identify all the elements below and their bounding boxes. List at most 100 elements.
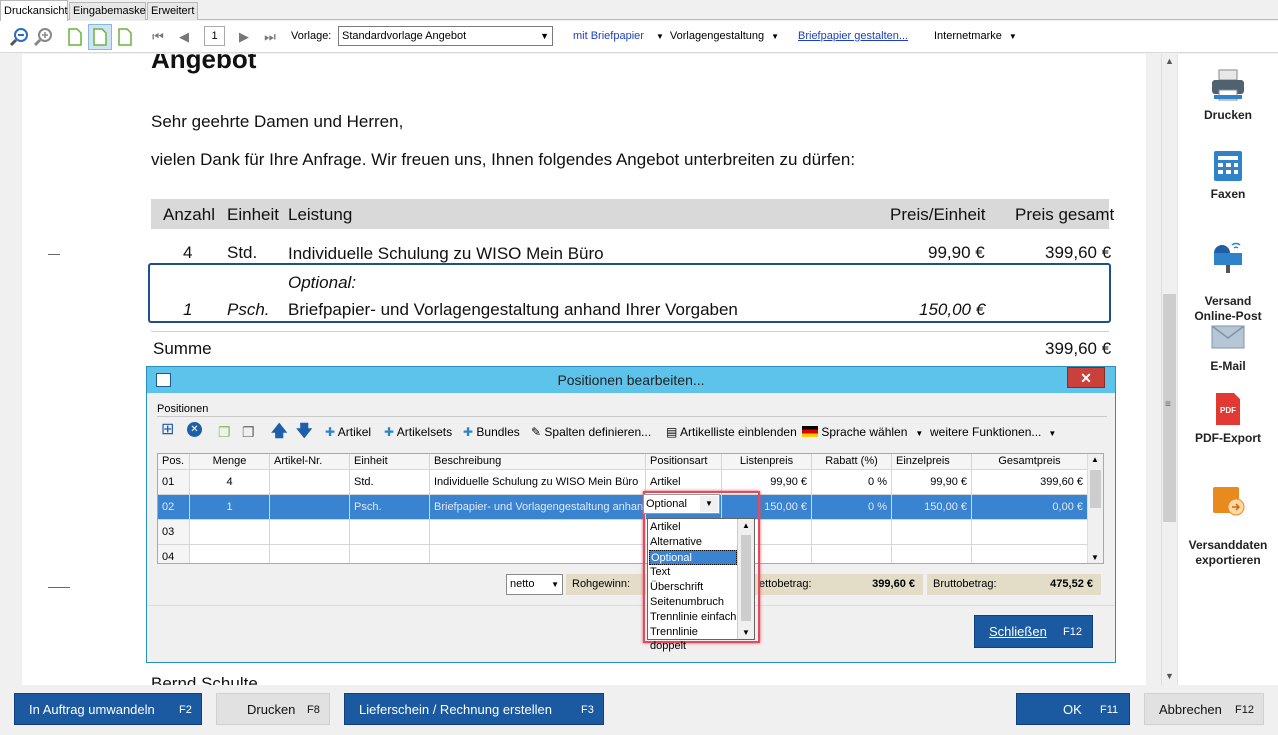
cell-beschreibung[interactable] [430, 520, 646, 545]
tab-eingabemaske[interactable]: Eingabemaske [69, 2, 146, 20]
cell-einheit[interactable]: Psch. [350, 495, 430, 520]
dropdown-scrollbar[interactable]: ▲ ▼ [737, 519, 754, 639]
scroll-down-icon[interactable]: ▼ [1091, 553, 1099, 562]
move-down-icon[interactable]: 🡇 [296, 423, 312, 441]
vertical-scrollbar[interactable]: ▲ ≡ ▼ [1161, 54, 1177, 685]
scroll-down-icon[interactable]: ▼ [1165, 671, 1174, 681]
spalten-definieren-tool[interactable]: ✎ Spalten definieren... [531, 423, 651, 441]
faxen-action[interactable]: Faxen [1178, 147, 1278, 202]
col-rabatt[interactable]: Rabatt (%) [812, 454, 892, 470]
scroll-up-icon[interactable]: ▲ [1091, 455, 1099, 464]
cell-artikel-nr[interactable] [270, 470, 350, 495]
option-alternative[interactable]: Alternative [649, 535, 737, 550]
cell-gesamtpreis[interactable] [972, 520, 1088, 545]
cell-rabatt[interactable]: 0 % [812, 495, 892, 520]
col-einzelpreis[interactable]: Einzelpreis [892, 454, 972, 470]
cell-artikel-nr[interactable] [270, 495, 350, 520]
briefpapier-toggle[interactable]: mit Briefpapier [573, 27, 644, 45]
cell-beschreibung[interactable] [430, 545, 646, 563]
abbrechen-button[interactable]: Abbrechen F12 [1144, 693, 1264, 725]
page-number-field[interactable]: 1 [204, 26, 225, 46]
schliessen-button[interactable]: Schließen F12 [974, 615, 1093, 648]
zoom-in-icon[interactable] [32, 26, 54, 48]
next-page-icon[interactable]: ▶ [236, 27, 252, 47]
chevron-down-icon[interactable]: ▼ [700, 496, 718, 512]
dialog-titlebar[interactable]: Positionen bearbeiten... [147, 367, 1115, 393]
positions-grid[interactable]: Pos. Menge Artikel-Nr. Einheit Beschreib… [157, 453, 1104, 564]
move-up-icon[interactable]: 🡅 [271, 423, 287, 441]
add-row-icon[interactable]: ⊞ [161, 421, 174, 439]
vorlage-select[interactable]: Standardvorlage Angebot ▼ [338, 26, 553, 46]
versanddaten-exportieren-action[interactable]: Versanddaten exportieren [1178, 468, 1278, 583]
cell-gesamtpreis[interactable]: 399,60 € [972, 470, 1088, 495]
cell-einzelpreis[interactable]: 150,00 € [892, 495, 972, 520]
email-action[interactable]: E-Mail [1178, 319, 1278, 374]
internetmarke-menu[interactable]: Internetmarke ▼ [934, 27, 1017, 46]
tab-druckansicht[interactable]: Druckansicht [0, 0, 68, 21]
cell-artikel-nr[interactable] [270, 520, 350, 545]
option-seitenumbruch[interactable]: Seitenumbruch [649, 595, 737, 610]
copy-icon[interactable]: ❐ [218, 423, 231, 441]
delete-row-icon[interactable]: ✕ [187, 422, 202, 437]
cell-rabatt[interactable] [812, 520, 892, 545]
col-artikel-nr[interactable]: Artikel-Nr. [270, 454, 350, 470]
option-trennlinie-einfach[interactable]: Trennlinie einfach [649, 610, 737, 625]
pdf-export-action[interactable]: PDF PDF-Export [1178, 391, 1278, 446]
vorlagengestaltung-menu[interactable]: ▼ Vorlagengestaltung ▼ [656, 27, 779, 46]
cell-einzelpreis[interactable] [892, 545, 972, 563]
option-trennlinie-doppelt[interactable]: Trennlinie doppelt [649, 625, 737, 652]
cell-einzelpreis[interactable] [892, 520, 972, 545]
cell-einheit[interactable] [350, 545, 430, 563]
scroll-up-icon[interactable]: ▲ [742, 521, 750, 530]
cell-einheit[interactable]: Std. [350, 470, 430, 495]
cell-gesamtpreis[interactable]: 0,00 € [972, 495, 1088, 520]
col-einheit[interactable]: Einheit [350, 454, 430, 470]
single-page-icon[interactable] [66, 26, 84, 48]
cell-menge[interactable] [190, 545, 270, 563]
first-page-icon[interactable]: ⏮ [150, 27, 166, 47]
option-ueberschrift[interactable]: Überschrift [649, 580, 737, 595]
prev-page-icon[interactable]: ◀ [176, 27, 192, 47]
zoom-out-icon[interactable] [8, 26, 30, 48]
cell-gesamtpreis[interactable] [972, 545, 1088, 563]
artikelliste-tool[interactable]: ▤ Artikelliste einblenden [666, 423, 797, 441]
lieferschein-rechnung-button[interactable]: Lieferschein / Rechnung erstellen F3 [344, 693, 604, 725]
col-gesamtpreis[interactable]: Gesamtpreis [972, 454, 1088, 470]
scrollbar-thumb[interactable] [741, 535, 751, 621]
drucken-button[interactable]: Drucken F8 [216, 693, 330, 725]
positionsart-dropdown-list[interactable]: Artikel Alternative Optional Text Übersc… [647, 518, 755, 652]
in-auftrag-umwandeln-button[interactable]: In Auftrag umwandeln F2 [14, 693, 202, 725]
tab-erweitert[interactable]: Erweitert [147, 2, 198, 20]
grid-scrollbar[interactable]: ▲ ▼ [1087, 454, 1103, 563]
cell-beschreibung[interactable]: Briefpapier- und Vorlagengestaltung anha… [430, 495, 646, 520]
scrollbar-thumb[interactable] [1090, 470, 1101, 508]
scroll-up-icon[interactable]: ▲ [1165, 56, 1174, 66]
col-pos[interactable]: Pos. [158, 454, 190, 470]
page-width-icon[interactable] [88, 24, 112, 50]
positionsart-select[interactable]: Optional ▼ [643, 494, 720, 514]
option-optional[interactable]: Optional [649, 550, 737, 565]
sprache-waehlen-menu[interactable]: Sprache wählen ▼ [802, 423, 923, 443]
cell-menge[interactable]: 4 [190, 470, 270, 495]
paste-icon[interactable]: ❐ [242, 423, 255, 441]
cell-artikel-nr[interactable] [270, 545, 350, 563]
col-menge[interactable]: Menge [190, 454, 270, 470]
weitere-funktionen-menu[interactable]: weitere Funktionen... ▼ [930, 423, 1056, 443]
artikel-tool[interactable]: ✚ Artikel [325, 423, 371, 441]
drucken-action[interactable]: Drucken [1178, 68, 1278, 123]
cell-rabatt[interactable]: 0 % [812, 470, 892, 495]
artikelsets-tool[interactable]: ✚ Artikelsets [384, 423, 452, 441]
multi-page-icon[interactable] [116, 26, 134, 48]
briefpapier-gestalten-link[interactable]: Briefpapier gestalten... [798, 27, 908, 45]
col-positionsart[interactable]: Positionsart [646, 454, 722, 470]
cell-einzelpreis[interactable]: 99,90 € [892, 470, 972, 495]
col-beschreibung[interactable]: Beschreibung [430, 454, 646, 470]
option-text[interactable]: Text [649, 565, 737, 580]
cell-einheit[interactable] [350, 520, 430, 545]
bundles-tool[interactable]: ✚ Bundles [463, 423, 520, 441]
option-artikel[interactable]: Artikel [649, 520, 737, 535]
cell-beschreibung[interactable]: Individuelle Schulung zu WISO Mein Büro [430, 470, 646, 495]
last-page-icon[interactable]: ⏭ [262, 27, 278, 47]
cell-menge[interactable] [190, 520, 270, 545]
scroll-down-icon[interactable]: ▼ [742, 628, 750, 637]
